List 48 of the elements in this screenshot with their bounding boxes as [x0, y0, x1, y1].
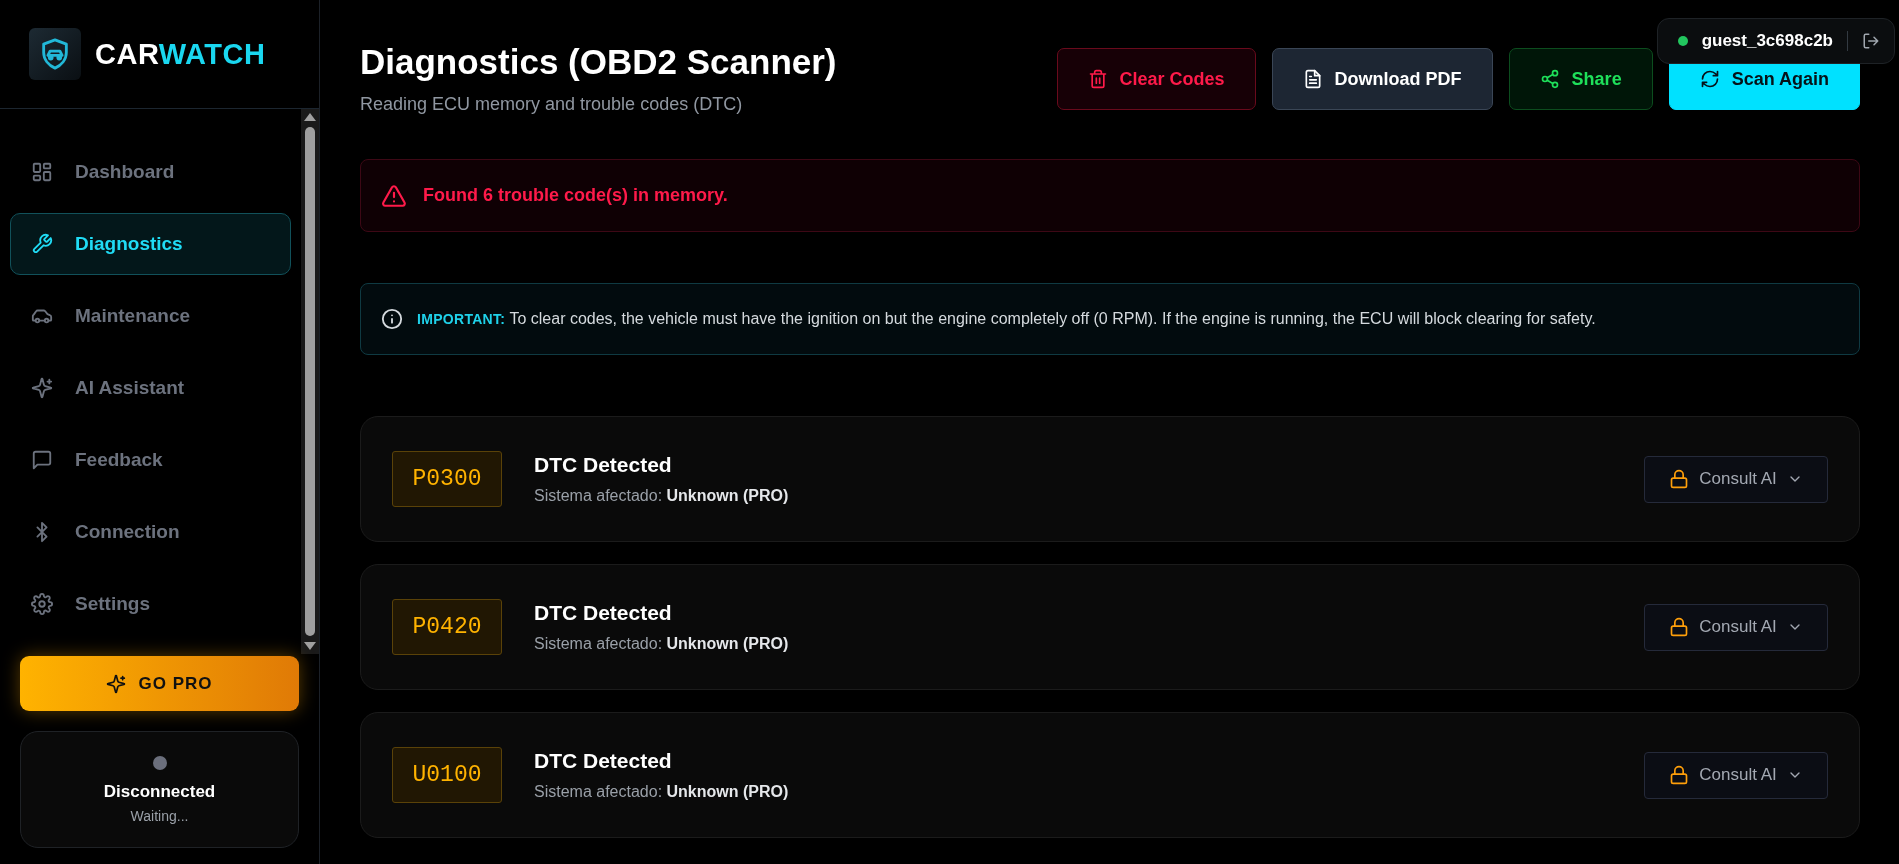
- page-title: Diagnostics (OBD2 Scanner): [360, 42, 837, 82]
- page-subtitle: Reading ECU memory and trouble codes (DTC): [360, 94, 744, 115]
- sidebar-item[interactable]: Settings: [10, 573, 291, 635]
- sidebar-item[interactable]: Dashboard: [10, 141, 291, 203]
- info-icon: [381, 308, 403, 330]
- consult-ai-button[interactable]: Consult AI: [1644, 455, 1828, 503]
- affected-system: Sistema afectado: Unknown (PRO): [534, 635, 790, 653]
- sidebar-item[interactable]: AI Assistant: [10, 357, 291, 419]
- action-button[interactable]: Download PDF: [1271, 48, 1493, 110]
- dtc-title: DTC Detected: [534, 453, 673, 477]
- dtc-code: U0100: [392, 747, 502, 803]
- lock-icon: [1669, 765, 1690, 785]
- sidebar-item[interactable]: Feedback: [10, 429, 291, 491]
- username: guest_3c698c2b: [1701, 31, 1833, 51]
- connection-detail: Waiting...: [130, 807, 189, 824]
- message-icon: [31, 449, 53, 471]
- affected-system: Sistema afectado: Unknown (PRO): [534, 487, 790, 505]
- dtc-title: DTC Detected: [534, 749, 673, 773]
- sidebar-item[interactable]: Diagnostics: [10, 213, 291, 275]
- share-icon: [1539, 69, 1560, 89]
- dtc-title: DTC Detected: [534, 601, 673, 625]
- logout-icon: [1862, 32, 1880, 50]
- brand-name: CARWATCH: [95, 37, 266, 71]
- warning-icon: [381, 182, 407, 209]
- dtc-code: P0420: [392, 599, 502, 655]
- notice-text: IMPORTANT: To clear codes, the vehicle must have the ignition on but the engine completely off (0 RPM). If the engine is running, the ECU will block clearing for safety.: [417, 310, 1596, 328]
- consult-ai-button[interactable]: Consult AI: [1644, 603, 1828, 651]
- action-button[interactable]: Share: [1508, 48, 1653, 110]
- sidebar-item[interactable]: Maintenance: [10, 285, 291, 347]
- consult-ai-button[interactable]: Consult AI: [1644, 751, 1828, 799]
- sparkles-icon: [106, 673, 127, 694]
- go-pro-button[interactable]: GO PRO: [20, 656, 299, 711]
- dtc-code: P0300: [392, 451, 502, 507]
- grid-icon: [31, 161, 53, 183]
- action-button[interactable]: Clear Codes: [1056, 48, 1256, 110]
- wrench-icon: [31, 233, 53, 255]
- connection-status: Disconnected: [103, 781, 216, 802]
- alert-text: Found 6 trouble code(s) in memory.: [423, 185, 728, 206]
- refresh-icon: [1699, 69, 1720, 89]
- scrollbar[interactable]: [301, 109, 319, 654]
- lock-icon: [1669, 469, 1690, 489]
- logout-button[interactable]: [1862, 32, 1880, 50]
- sparkles-icon: [31, 377, 53, 399]
- affected-system: Sistema afectado: Unknown (PRO): [534, 783, 790, 801]
- gear-icon: [31, 593, 53, 615]
- lock-icon: [1669, 617, 1690, 637]
- trash-icon: [1087, 69, 1108, 89]
- sidebar-item[interactable]: Connection: [10, 501, 291, 563]
